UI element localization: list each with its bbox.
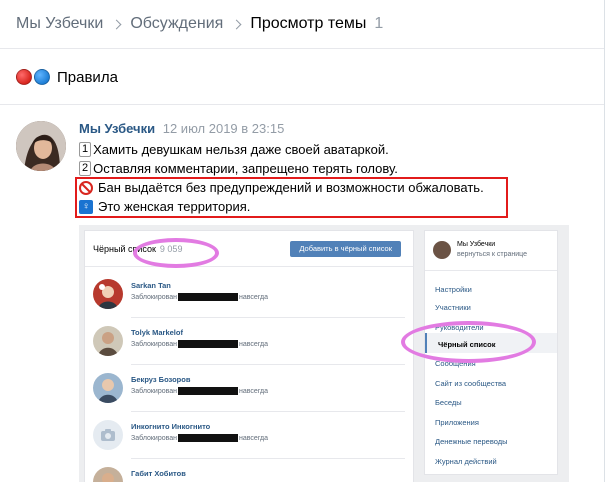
rule-text: Хамить девушкам нельзя даже своей аватар… (93, 142, 389, 157)
back-to-page-link: вернуться к странице (457, 251, 527, 258)
avatar-photo (93, 467, 123, 482)
status-prefix: Заблокирован (131, 434, 178, 442)
community-avatar (433, 241, 451, 259)
table-row: Tolyk Markelof Заблокирован навсегда (85, 318, 413, 364)
rule-line: 1 Хамить девушкам нельзя даже своей ават… (79, 140, 484, 159)
status-prefix: Заблокирован (131, 340, 178, 348)
user-avatar (93, 279, 123, 309)
community-name: Мы Узбечки (457, 241, 496, 248)
status-prefix: Заблокирован (131, 293, 178, 301)
redaction-bar (178, 434, 239, 442)
chevron-right-icon (111, 19, 122, 29)
user-name: Sarkan Tan (131, 281, 171, 290)
menu-item-chats: Беседы (435, 398, 462, 407)
avatar-photo (93, 326, 123, 356)
highlight-frame (75, 177, 508, 218)
menu-item-site: Сайт из сообщества (435, 379, 507, 388)
table-row: Бекруз Бозоров Заблокирован навсегда (85, 365, 413, 411)
divider (0, 104, 604, 105)
divider (0, 48, 604, 49)
menu-item-members: Участники (435, 303, 471, 312)
post-date[interactable]: 12 июл 2019 в 23:15 (163, 121, 285, 136)
rule-line: 2 Оставляя комментарии, запрещено терять… (79, 159, 484, 178)
keycap-number: 2 (79, 161, 92, 176)
avatar-photo (16, 121, 66, 171)
user-avatar (93, 420, 123, 450)
pink-marker-ellipse (133, 238, 219, 268)
table-row: Инкогнито Инкогнито Заблокирован навсегда (85, 412, 413, 458)
menu-item-apps: Приложения (435, 418, 479, 427)
user-avatar (93, 467, 123, 482)
page-title: Просмотр темы (250, 15, 367, 32)
avatar-photo (93, 373, 123, 403)
redaction-bar (178, 387, 239, 395)
post-header: Мы Узбечки 12 июл 2019 в 23:15 (79, 121, 284, 136)
pink-marker-ellipse (401, 321, 536, 363)
table-row: Sarkan Tan Заблокирован навсегда (85, 271, 413, 317)
attached-screenshot[interactable]: Чёрный список 9 059 Добавить в чёрный спи… (79, 225, 569, 482)
status-suffix: навсегда (239, 340, 269, 348)
breadcrumb-group-link[interactable]: Мы Узбечки (16, 15, 103, 33)
breadcrumb-discussions-link[interactable]: Обсуждения (130, 15, 223, 33)
chevron-right-icon (231, 19, 242, 29)
topic-title: Правила (16, 66, 118, 88)
block-status: Заблокирован навсегда (131, 387, 268, 395)
menu-item-action-log: Журнал действий (435, 457, 497, 466)
camera-placeholder-icon (93, 420, 123, 450)
table-row: Габит Хобитов (85, 459, 413, 482)
status-prefix: Заблокирован (131, 387, 178, 395)
status-suffix: навсегда (239, 293, 269, 301)
user-name: Tolyk Markelof (131, 328, 183, 337)
menu-item-settings: Настройки (435, 285, 472, 294)
user-name: Инкогнито Инкогнито (131, 422, 211, 431)
user-name: Бекруз Бозоров (131, 375, 191, 384)
rule-text: Оставляя комментарии, запрещено терять г… (93, 161, 398, 176)
user-name: Габит Хобитов (131, 469, 186, 478)
breadcrumb: Мы Узбечки Обсуждения Просмотр темы 1 (16, 14, 383, 34)
topic-count: 1 (374, 15, 384, 32)
block-status: Заблокирован навсегда (131, 340, 268, 348)
keycap-number: 1 (79, 142, 92, 157)
avatar-photo (93, 279, 123, 309)
topic-title-label: Правила (57, 68, 118, 86)
block-status: Заблокирован навсегда (131, 434, 268, 442)
menu-item-transfers: Денежные переводы (435, 437, 508, 446)
user-avatar (93, 326, 123, 356)
author-name-link[interactable]: Мы Узбечки (79, 121, 155, 136)
blue-circle-icon (34, 69, 50, 85)
block-status: Заблокирован навсегда (131, 293, 268, 301)
community-menu-header: Мы Узбечки вернуться к странице (425, 231, 557, 271)
user-avatar (93, 373, 123, 403)
blacklist-card: Чёрный список 9 059 Добавить в чёрный спи… (84, 230, 414, 482)
status-suffix: навсегда (239, 387, 269, 395)
discussion-page: Мы Узбечки Обсуждения Просмотр темы 1 Пр… (0, 0, 605, 482)
red-circle-icon (16, 69, 32, 85)
status-suffix: навсегда (239, 434, 269, 442)
redaction-bar (178, 293, 239, 301)
author-avatar[interactable] (16, 121, 66, 171)
add-to-blacklist-button: Добавить в чёрный список (290, 241, 401, 257)
redaction-bar (178, 340, 239, 348)
